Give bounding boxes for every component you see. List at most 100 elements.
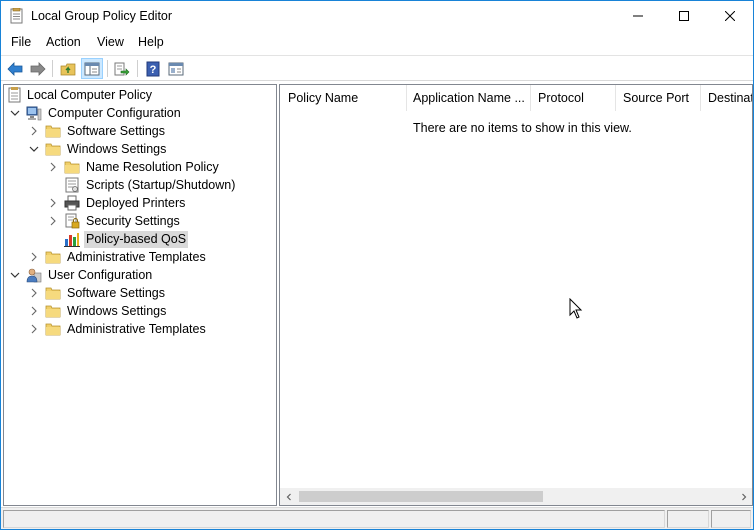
menu-file[interactable]: File	[11, 35, 31, 49]
scripts-icon	[65, 177, 79, 193]
chevron-right-icon[interactable]	[29, 324, 39, 334]
back-icon	[7, 61, 23, 76]
tree-item-user-windows-settings[interactable]: Windows Settings	[4, 302, 274, 320]
toolbar-separator	[52, 60, 53, 77]
tree-item-label: Software Settings	[67, 123, 165, 138]
scroll-left-button[interactable]	[280, 488, 297, 505]
tree-item-label: Computer Configuration	[48, 105, 181, 120]
scrollbar-thumb[interactable]	[299, 491, 543, 502]
back-button[interactable]	[4, 58, 26, 79]
title-bar[interactable]: Local Group Policy Editor	[1, 1, 753, 31]
help-button[interactable]: ?	[142, 58, 164, 79]
show-hide-tree-icon	[84, 62, 100, 75]
maximize-button[interactable]	[661, 1, 707, 31]
properties-button[interactable]	[165, 58, 187, 79]
tree-item-label: Local Computer Policy	[27, 87, 153, 102]
minimize-icon	[633, 15, 643, 17]
window-title: Local Group Policy Editor	[31, 9, 173, 23]
policy-editor-icon	[10, 8, 23, 24]
tree-item-local-computer-policy[interactable]: Local Computer Policy	[4, 86, 274, 104]
tree-item-label: Administrative Templates	[67, 249, 206, 264]
folder-icon	[45, 305, 61, 318]
export-list-icon	[114, 62, 130, 76]
mouse-cursor-icon	[569, 298, 583, 319]
chevron-down-icon[interactable]	[29, 144, 39, 154]
tree-item-policy-based-qos[interactable]: Policy-based QoS	[4, 230, 274, 248]
tree-item-windows-settings[interactable]: Windows Settings	[4, 140, 274, 158]
chevron-right-icon[interactable]	[29, 126, 39, 136]
toolbar: ?	[1, 55, 753, 81]
column-header-policy-name[interactable]: Policy Name	[280, 85, 407, 111]
folder-icon	[45, 287, 61, 300]
tree-item-label: Scripts (Startup/Shutdown)	[86, 177, 236, 192]
folder-icon	[45, 143, 61, 156]
computer-icon	[26, 106, 42, 121]
forward-icon	[30, 61, 46, 76]
folder-icon	[45, 323, 61, 336]
chevron-right-icon[interactable]	[48, 162, 58, 172]
tree-item-name-resolution-policy[interactable]: Name Resolution Policy	[4, 158, 274, 176]
close-button[interactable]	[707, 1, 753, 31]
toolbar-separator	[107, 60, 108, 77]
tree-item-user-software-settings[interactable]: Software Settings	[4, 284, 274, 302]
close-icon	[725, 11, 735, 21]
tree-item-label: Security Settings	[86, 213, 180, 228]
toolbar-separator	[137, 60, 138, 77]
help-icon: ?	[146, 61, 160, 76]
menu-help[interactable]: Help	[138, 35, 164, 49]
tree-item-label: Administrative Templates	[67, 321, 206, 336]
chevron-right-icon	[741, 493, 746, 500]
chevron-right-icon[interactable]	[48, 216, 58, 226]
app-window: Local Group Policy Editor File Action Vi…	[0, 0, 754, 530]
result-list[interactable]: Policy Name Application Name ... Protoco…	[279, 84, 753, 506]
maximize-icon	[679, 11, 689, 21]
forward-button[interactable]	[27, 58, 49, 79]
tree-item-security-settings[interactable]: Security Settings	[4, 212, 274, 230]
menu-bar: File Action View Help	[1, 32, 753, 54]
tree-item-label: Software Settings	[67, 285, 165, 300]
status-segment	[667, 510, 709, 528]
column-header-application-name[interactable]: Application Name ...	[405, 85, 531, 111]
status-segment	[711, 510, 751, 528]
tree-item-software-settings[interactable]: Software Settings	[4, 122, 274, 140]
tree-item-label: Windows Settings	[67, 141, 167, 156]
properties-icon	[168, 62, 184, 75]
chevron-down-icon[interactable]	[10, 270, 20, 280]
svg-text:?: ?	[150, 64, 157, 76]
console-tree[interactable]: Local Computer Policy Computer Configura…	[3, 84, 277, 506]
chevron-right-icon[interactable]	[29, 252, 39, 262]
menu-action[interactable]: Action	[46, 35, 81, 49]
user-icon	[26, 268, 42, 283]
chevron-right-icon[interactable]	[48, 198, 58, 208]
tree-item-scripts[interactable]: Scripts (Startup/Shutdown)	[4, 176, 274, 194]
menu-view[interactable]: View	[97, 35, 124, 49]
column-header-protocol[interactable]: Protocol	[530, 85, 616, 111]
column-header-destination[interactable]: Destinat	[700, 85, 752, 111]
up-folder-icon	[60, 63, 76, 75]
folder-icon	[45, 251, 61, 264]
export-list-button[interactable]	[111, 58, 133, 79]
tree-item-deployed-printers[interactable]: Deployed Printers	[4, 194, 274, 212]
empty-list-message: There are no items to show in this view.	[413, 121, 632, 135]
tree-item-administrative-templates[interactable]: Administrative Templates	[4, 248, 274, 266]
tree-item-label: Deployed Printers	[86, 195, 186, 210]
up-one-level-button[interactable]	[57, 58, 79, 79]
chevron-right-icon[interactable]	[29, 288, 39, 298]
chevron-right-icon[interactable]	[29, 306, 39, 316]
scroll-right-button[interactable]	[735, 488, 752, 505]
column-header-source-port[interactable]: Source Port	[615, 85, 701, 111]
policy-doc-icon	[8, 87, 21, 103]
chevron-down-icon[interactable]	[10, 108, 20, 118]
horizontal-scrollbar[interactable]	[280, 488, 752, 505]
tree-item-user-administrative-templates[interactable]: Administrative Templates	[4, 320, 274, 338]
tree-item-user-configuration[interactable]: User Configuration	[4, 266, 274, 284]
tree-item-label: Name Resolution Policy	[86, 159, 219, 174]
status-segment	[3, 510, 665, 528]
minimize-button[interactable]	[615, 1, 661, 31]
chevron-left-icon	[286, 493, 291, 500]
tree-item-label: Windows Settings	[67, 303, 167, 318]
tree-item-computer-configuration[interactable]: Computer Configuration	[4, 104, 274, 122]
printer-icon	[64, 195, 80, 211]
tree-item-label: User Configuration	[48, 267, 153, 282]
show-hide-console-tree-button[interactable]	[81, 58, 103, 79]
